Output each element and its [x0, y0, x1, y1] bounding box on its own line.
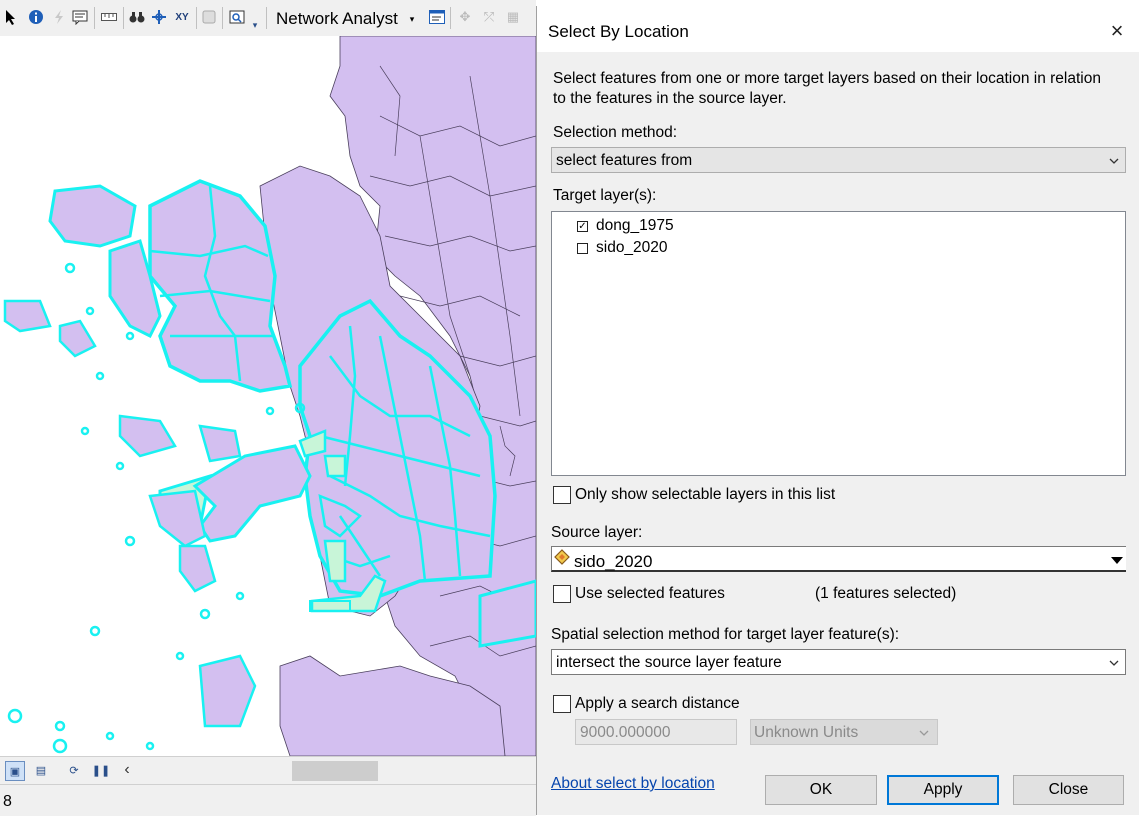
select-by-location-dialog: Select By Location × Select features fro… — [536, 6, 1139, 815]
target-layer-item[interactable]: ✓ dong_1975 — [577, 217, 777, 237]
create-viewer-icon[interactable] — [228, 8, 246, 26]
chevron-down-icon — [1109, 660, 1119, 666]
find-icon[interactable] — [128, 8, 146, 26]
west-island-a — [48, 184, 137, 248]
selection-method-label: Selection method: — [553, 124, 678, 141]
network-analyst-window-icon[interactable] — [428, 8, 446, 26]
network-analyst-dropdown-icon[interactable]: ▾ — [407, 10, 417, 28]
target-layer-label: dong_1975 — [596, 217, 674, 234]
west-island-c — [3, 299, 52, 333]
source-layer-value: sido_2020 — [574, 552, 653, 571]
create-network-location-icon[interactable]: ✥ — [456, 8, 474, 26]
ok-button[interactable]: OK — [765, 775, 877, 805]
selection-method-dropdown[interactable]: select features from — [551, 147, 1126, 173]
hyperlink-icon[interactable] — [50, 8, 68, 26]
layout-toggle-bar: ▣ ▤ ⟳ ❚❚ ‹ — [0, 756, 536, 784]
west-islet-a — [118, 414, 177, 458]
apply-search-distance-label: Apply a search distance — [575, 695, 740, 712]
chevron-down-icon — [919, 730, 929, 736]
arcmap-toolbar: XY ▾ Network Analyst ▾ ✥ ⤱ ▦ — [0, 0, 536, 37]
select-arrow-icon[interactable] — [2, 8, 20, 26]
apply-button[interactable]: Apply — [887, 775, 999, 805]
polygon-layer-icon — [554, 549, 570, 565]
west-island-d — [58, 319, 97, 358]
southwest-island-small — [148, 489, 207, 548]
spatial-method-label: Spatial selection method for target laye… — [551, 626, 900, 643]
horizontal-scrollbar-thumb[interactable] — [292, 761, 378, 781]
selection-method-value: select features from — [556, 152, 693, 169]
spatial-method-dropdown[interactable]: intersect the source layer feature — [551, 649, 1126, 675]
close-icon[interactable]: × — [1104, 18, 1130, 44]
dialog-title: Select By Location — [548, 22, 689, 41]
toolbar-overflow-icon[interactable]: ▾ — [250, 16, 260, 34]
map-view[interactable] — [0, 36, 536, 756]
units-value: Unknown Units — [754, 724, 859, 741]
network-analyst-menu[interactable]: Network Analyst — [276, 9, 398, 29]
source-layer-dropdown[interactable]: sido_2020 — [551, 546, 1126, 572]
spatial-method-value: intersect the source layer feature — [556, 654, 782, 671]
checkbox-unchecked-icon[interactable] — [577, 243, 588, 254]
target-layers-label: Target layer(s): — [553, 187, 657, 204]
map-canvas[interactable] — [0, 36, 536, 756]
west-islet-b — [198, 424, 242, 463]
measure-icon[interactable] — [100, 8, 118, 26]
close-button[interactable]: Close — [1013, 775, 1124, 805]
html-popup-icon[interactable] — [71, 8, 89, 26]
features-selected-count: (1 features selected) — [815, 585, 957, 602]
search-distance-input[interactable]: 9000.000000 — [575, 719, 737, 745]
data-view-icon[interactable]: ▣ — [5, 761, 25, 781]
use-selected-label: Use selected features — [575, 585, 725, 602]
search-distance-value: 9000.000000 — [580, 724, 671, 741]
status-text: 8 — [3, 793, 12, 810]
only-selectable-label: Only show selectable layers in this list — [575, 486, 836, 503]
target-layer-label: sido_2020 — [596, 239, 668, 256]
refresh-icon[interactable]: ⟳ — [65, 761, 83, 779]
chevron-down-icon — [1109, 158, 1119, 164]
only-selectable-checkbox[interactable] — [553, 486, 571, 504]
scroll-left-icon[interactable]: ‹ — [118, 761, 136, 779]
view-results-icon[interactable] — [200, 8, 218, 26]
about-select-by-location-link[interactable]: About select by location — [551, 775, 715, 793]
source-feature-b — [323, 539, 347, 583]
target-layers-list[interactable]: ✓ dong_1975 sido_2020 — [551, 211, 1126, 476]
xy-icon[interactable]: XY — [173, 8, 191, 26]
south-island-b — [198, 654, 257, 728]
source-feature-e — [323, 454, 347, 478]
dropdown-arrow-icon — [1111, 557, 1123, 564]
target-layer-item[interactable]: sido_2020 — [577, 239, 777, 259]
identify-icon[interactable] — [27, 8, 45, 26]
units-dropdown[interactable]: Unknown Units — [750, 719, 938, 745]
select-move-location-icon[interactable]: ⤱ — [480, 8, 498, 26]
use-selected-checkbox[interactable] — [553, 585, 571, 603]
apply-search-distance-checkbox[interactable] — [553, 695, 571, 713]
solve-icon[interactable]: ▦ — [504, 8, 522, 26]
source-layer-label: Source layer: — [551, 524, 643, 541]
description-line-2: to the features in the source layer. — [553, 90, 787, 107]
source-feature-d — [298, 429, 327, 458]
dialog-titlebar: Select By Location × — [537, 6, 1139, 52]
go-to-xy-icon[interactable] — [150, 8, 168, 26]
pause-drawing-icon[interactable]: ❚❚ — [92, 761, 110, 779]
south-island-a — [178, 544, 217, 593]
status-bar: 8 — [0, 784, 536, 816]
layout-view-icon[interactable]: ▤ — [32, 761, 50, 779]
description-line-1: Select features from one or more target … — [553, 70, 1101, 87]
checkbox-checked-icon[interactable]: ✓ — [577, 221, 588, 232]
